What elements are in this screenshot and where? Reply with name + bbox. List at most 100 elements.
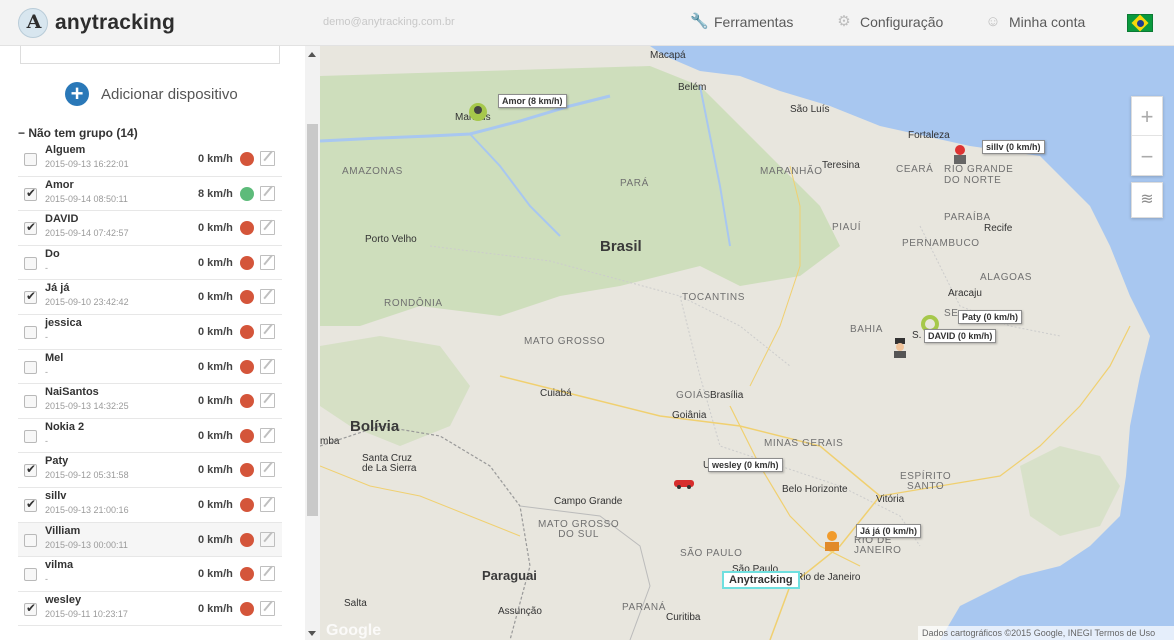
zoom-out-button[interactable]: −	[1132, 137, 1162, 176]
device-speed: 0 km/h	[198, 395, 233, 408]
search-input[interactable]	[20, 46, 280, 64]
scroll-down-icon[interactable]	[308, 631, 316, 636]
device-marker-ja-ja[interactable]	[822, 530, 842, 552]
logo-text[interactable]: anytracking	[55, 11, 175, 35]
map-label-espirito-santo: ESPÍRITO SANTO	[900, 471, 952, 492]
gear-icon: ⚙	[837, 13, 851, 30]
device-checkbox[interactable]	[24, 462, 37, 478]
device-row[interactable]: wesley 2015-09-11 10:23:17 0 km/h	[18, 591, 282, 627]
device-checkbox[interactable]	[24, 533, 37, 547]
device-checkbox[interactable]	[24, 153, 37, 166]
marker-label-sillv[interactable]: sillv (0 km/h)	[982, 140, 1045, 154]
scroll-up-icon[interactable]	[308, 52, 316, 57]
group-header[interactable]: − Não tem grupo (14)	[18, 126, 138, 140]
device-name: jessica	[45, 316, 82, 329]
brazil-flag-icon[interactable]	[1127, 14, 1153, 32]
device-timestamp: 2015-09-11 10:23:17	[45, 608, 128, 619]
device-timestamp: 2015-09-10 23:42:42	[45, 297, 129, 308]
map-label-teresina: Teresina	[822, 160, 860, 171]
device-checkbox[interactable]	[24, 325, 37, 339]
device-marker-sillv[interactable]	[950, 144, 970, 166]
map-label-para: PARÁ	[620, 178, 649, 189]
map-label-bolivia-left: mba	[320, 436, 340, 447]
marker-label-amor[interactable]: Amor (8 km/h)	[498, 94, 567, 108]
device-checkbox[interactable]	[24, 220, 37, 236]
edit-icon[interactable]	[260, 323, 275, 339]
edit-icon[interactable]	[260, 566, 275, 582]
device-marker-david[interactable]	[890, 336, 910, 358]
marker-label-wesley[interactable]: wesley (0 km/h)	[708, 458, 783, 472]
device-row[interactable]: Paty 2015-09-12 05:31:58 0 km/h	[18, 453, 282, 488]
edit-icon[interactable]	[260, 358, 275, 374]
device-row[interactable]: Já já 2015-09-10 23:42:42 0 km/h	[18, 280, 282, 315]
map-label-santa-cruz: Santa Cruz de La Sierra	[362, 453, 417, 474]
scroll-thumb[interactable]	[307, 124, 318, 516]
device-timestamp: 2015-09-13 21:00:16	[45, 504, 129, 515]
device-checkbox[interactable]	[24, 429, 37, 443]
map-label-macapa: Macapá	[650, 50, 686, 61]
marker-label-david[interactable]: DAVID (0 km/h)	[924, 329, 997, 343]
nav-account[interactable]: ☺ Minha conta	[985, 14, 1085, 31]
map-attribution[interactable]: Dados cartográficos ©2015 Google, INEGI …	[918, 626, 1174, 640]
device-row[interactable]: sillv 2015-09-13 21:00:16 0 km/h	[18, 487, 282, 523]
nav-tools[interactable]: 🔧 Ferramentas	[690, 14, 793, 31]
device-row[interactable]: Do - 0 km/h	[18, 245, 282, 281]
marker-label-ja-ja[interactable]: Já já (0 km/h)	[856, 524, 922, 538]
layers-icon[interactable]: ≋	[1131, 182, 1163, 218]
edit-icon[interactable]	[260, 531, 275, 547]
edit-icon[interactable]	[260, 393, 275, 409]
status-dot-icon	[240, 255, 254, 270]
edit-icon[interactable]	[260, 427, 275, 443]
device-name: wesley	[45, 593, 82, 606]
device-row[interactable]: vilma - 0 km/h	[18, 557, 282, 592]
device-row[interactable]: Nokia 2 - 0 km/h	[18, 418, 282, 454]
device-checkbox[interactable]	[24, 497, 37, 512]
device-row[interactable]: Mel - 0 km/h	[18, 349, 282, 385]
edit-icon[interactable]	[260, 220, 275, 236]
sidebar-scrollbar[interactable]	[305, 46, 320, 640]
map-label-bahia: BAHIA	[850, 324, 884, 335]
device-row[interactable]: Villiam 2015-09-13 00:00:11 0 km/h	[18, 522, 282, 558]
nav-settings[interactable]: ⚙ Configuração	[836, 13, 943, 31]
status-dot-icon	[240, 463, 254, 478]
edit-icon[interactable]	[260, 462, 275, 478]
edit-icon[interactable]	[260, 289, 275, 305]
map-label-rondonia: RONDÔNIA	[384, 298, 443, 309]
collapse-icon: −	[18, 126, 29, 140]
device-name: vilma	[45, 559, 74, 572]
map-label-sergipe: SE	[944, 308, 959, 319]
add-device-button[interactable]: + Adicionar dispositivo	[65, 82, 238, 106]
edit-icon[interactable]	[260, 600, 275, 616]
map-label-recife: Recife	[984, 223, 1013, 234]
device-row[interactable]: jessica - 0 km/h	[18, 314, 282, 350]
device-speed: 0 km/h	[198, 153, 233, 165]
zoom-in-button[interactable]: +	[1132, 97, 1162, 136]
edit-icon[interactable]	[260, 151, 275, 166]
status-dot-icon	[240, 532, 254, 547]
status-dot-icon	[240, 152, 254, 166]
edit-icon[interactable]	[260, 185, 275, 201]
device-row[interactable]: Alguem 2015-09-13 16:22:01 0 km/h	[18, 142, 282, 177]
device-row[interactable]: Amor 2015-09-14 08:50:11 8 km/h	[18, 176, 282, 212]
device-checkbox[interactable]	[24, 289, 37, 305]
device-checkbox[interactable]	[24, 360, 37, 374]
logo-icon[interactable]: A	[18, 8, 48, 38]
edit-icon[interactable]	[260, 254, 275, 270]
device-checkbox[interactable]	[24, 186, 37, 201]
device-marker-wesley[interactable]	[672, 476, 696, 490]
device-row[interactable]: DAVID 2015-09-14 07:42:57 0 km/h	[18, 211, 282, 246]
device-speed: 8 km/h	[198, 187, 233, 200]
device-checkbox[interactable]	[24, 395, 37, 409]
device-checkbox[interactable]	[24, 568, 37, 582]
status-dot-icon	[240, 394, 254, 409]
device-list: Alguem 2015-09-13 16:22:01 0 km/h Amor 2015-…	[18, 142, 282, 627]
map-view[interactable]: Macapá Belém São Luís Fortaleza Manaus A…	[320, 46, 1174, 640]
edit-icon[interactable]	[260, 496, 275, 512]
map-label-curitiba: Curitiba	[666, 612, 701, 623]
device-row[interactable]: NaiSantos 2015-09-13 14:32:25 0 km/h	[18, 384, 282, 419]
home-location-label[interactable]: Anytracking	[722, 571, 800, 589]
device-checkbox[interactable]	[24, 256, 37, 270]
marker-label-paty[interactable]: Paty (0 km/h)	[958, 310, 1023, 324]
device-checkbox[interactable]	[24, 601, 37, 616]
device-marker-amor[interactable]	[468, 102, 488, 124]
